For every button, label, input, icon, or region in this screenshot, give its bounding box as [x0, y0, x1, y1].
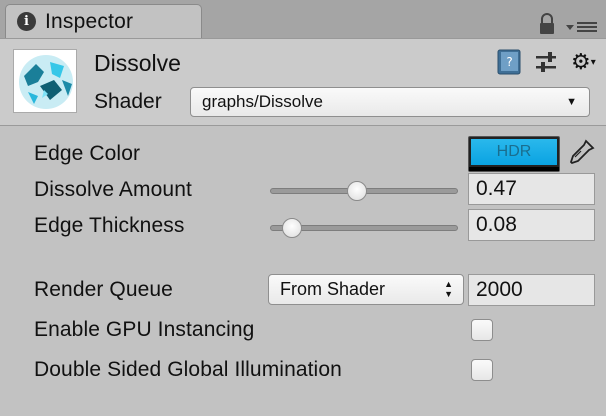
shader-label: Shader — [94, 90, 162, 113]
dissolve-amount-slider-thumb[interactable] — [347, 181, 367, 201]
hdr-label: HDR — [496, 143, 532, 160]
gpu-instancing-checkbox[interactable] — [471, 319, 493, 341]
tab-label: Inspector — [45, 9, 134, 33]
dissolve-amount-field[interactable]: 0.47 — [468, 173, 595, 205]
render-queue-field[interactable]: 2000 — [468, 274, 595, 306]
material-title: Dissolve — [94, 50, 181, 76]
edge-thickness-label: Edge Thickness — [34, 214, 185, 237]
tab-inspector[interactable]: i Inspector — [5, 4, 202, 38]
updown-arrows-icon: ▲ ▼ — [444, 279, 453, 299]
chevron-down-icon: ▼ — [566, 96, 577, 108]
info-icon: i — [17, 12, 36, 31]
material-header: Dissolve Shader graphs/Dissolve ▼ ? ⚙▾ — [0, 38, 606, 126]
edge-thickness-field[interactable]: 0.08 — [468, 209, 595, 241]
render-queue-value: 2000 — [476, 278, 523, 301]
gear-icon[interactable]: ⚙▾ — [571, 50, 599, 74]
menu-icon[interactable] — [566, 20, 598, 34]
dissolve-amount-label: Dissolve Amount — [34, 178, 192, 201]
edge-color-field[interactable]: HDR — [468, 136, 560, 172]
render-queue-dropdown-value: From Shader — [280, 279, 386, 299]
sliders-icon[interactable] — [534, 51, 558, 75]
book-help-icon[interactable]: ? — [496, 49, 522, 75]
lock-icon[interactable] — [538, 13, 556, 35]
edge-color-label: Edge Color — [34, 142, 141, 165]
edge-thickness-value: 0.08 — [476, 213, 517, 236]
double-sided-gi-checkbox[interactable] — [471, 359, 493, 381]
hdr-swatch: HDR — [471, 139, 557, 165]
gpu-instancing-label: Enable GPU Instancing — [34, 318, 255, 341]
eyedropper-icon[interactable] — [566, 138, 596, 168]
double-sided-gi-label: Double Sided Global Illumination — [34, 358, 342, 381]
edge-thickness-slider-thumb[interactable] — [282, 218, 302, 238]
material-preview-icon — [13, 49, 77, 113]
render-queue-dropdown[interactable]: From Shader ▲ ▼ — [268, 274, 464, 305]
shader-dropdown[interactable]: graphs/Dissolve ▼ — [190, 87, 590, 117]
shader-dropdown-value: graphs/Dissolve — [202, 92, 323, 111]
render-queue-label: Render Queue — [34, 278, 173, 301]
alpha-bar — [469, 167, 559, 171]
svg-text:?: ? — [506, 55, 512, 69]
dissolve-amount-value: 0.47 — [476, 177, 517, 200]
tab-bar: i Inspector — [0, 0, 606, 38]
